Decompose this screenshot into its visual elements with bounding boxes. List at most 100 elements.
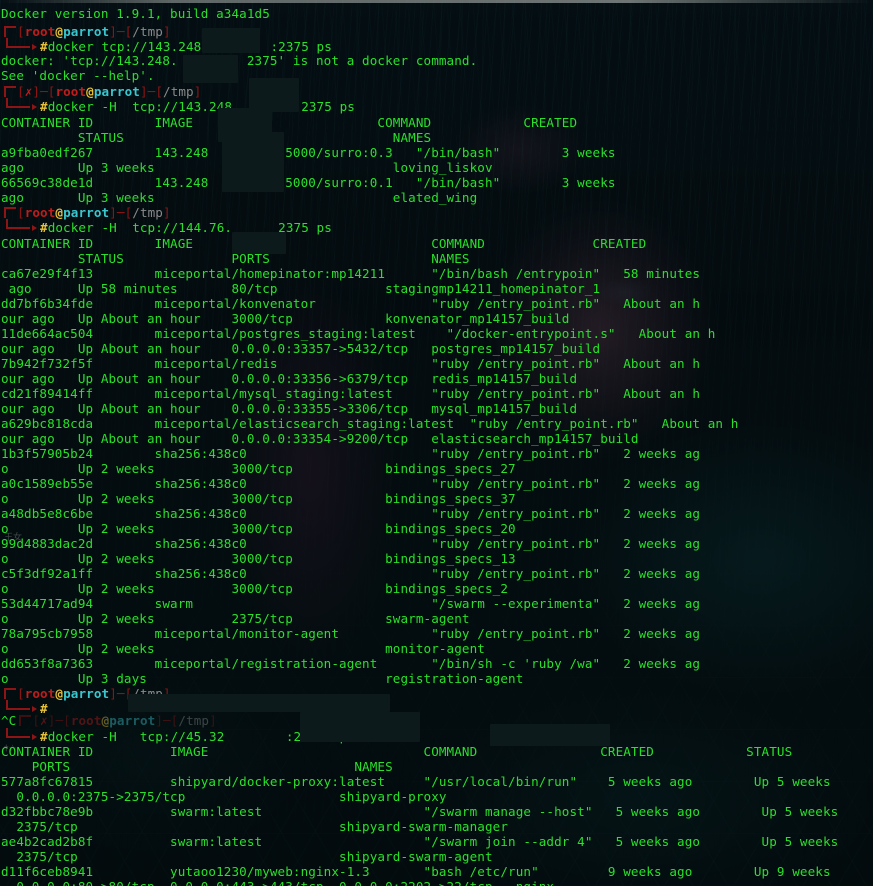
output-text: CONTAINER ID IMAGE COMMAND CREATED STATU… — [1, 744, 793, 759]
terminal-output-line: dd7bf6b34fde miceportal/konvenator "ruby… — [0, 296, 873, 311]
prompt-dash-2: ─ — [163, 713, 171, 728]
prompt-hash-symbol: # — [40, 39, 48, 54]
output-text: o Up 2 weeks 3000/tcp bindings_specs_20 — [1, 521, 516, 536]
shell-command-line[interactable]: #docker -H tcp://143.248. :2375 ps — [0, 98, 873, 114]
terminal-output-line: o Up 2 weeks monitor-agent — [0, 641, 873, 656]
prompt-user-bracket-open: [ — [17, 24, 25, 39]
output-text: our ago Up About an hour 0.0.0.0:33357->… — [1, 341, 601, 356]
terminal-output-line: a9fba0edf267 143.248 :5000/surro:0.3 "/b… — [0, 145, 873, 160]
prompt-user-bracket-close: ] — [139, 84, 148, 99]
terminal-output-line: ca67e29f4f13 miceportal/homepinator:mp14… — [0, 266, 873, 281]
prompt-arrow-icon — [32, 104, 37, 110]
prompt-dash-2: ─ — [116, 205, 125, 220]
terminal-output-line: CONTAINER ID IMAGE COMMAND CREATED — [0, 236, 873, 251]
output-text: o Up 2 weeks 3000/tcp bindings_specs_13 — [1, 551, 516, 566]
output-text: docker: 'tcp://143.248. 2375' is not a d… — [1, 53, 478, 68]
terminal-output-line: STATUS PORTS NAMES — [0, 130, 873, 145]
terminal-output-line: 2375/tcp shipyard-swarm-manager — [0, 819, 873, 834]
prompt-hostname: parrot — [63, 686, 110, 701]
output-text: STATUS PORTS NAMES — [1, 130, 432, 145]
prompt-hash-symbol: # — [40, 220, 48, 235]
prompt-dash: ─ — [55, 713, 64, 728]
prompt-path-bracket-close: ] — [163, 205, 171, 220]
prompt-bracket-open: [ — [17, 84, 25, 99]
prompt-elbow-bottom-icon — [6, 98, 30, 108]
prompt-username: root — [24, 24, 56, 39]
terminal-output-line: 1b3f57905b24 sha256:438c0 "ruby /entry_p… — [0, 446, 873, 461]
prompt-at-symbol: @ — [86, 84, 94, 99]
terminal-output-line: o Up 2 weeks 3000/tcp bindings_specs_2 — [0, 581, 873, 596]
terminal-output-line: 0.0.0.0:80->80/tcp, 0.0.0.0:443->443/tcp… — [0, 879, 873, 886]
interrupt-signal-text: ^C — [1, 713, 17, 728]
terminal-output-line: ae4b2cad2b8f swarm:latest "/swarm join -… — [0, 834, 873, 849]
output-text: 0.0.0.0:2375->2375/tcp shipyard-proxy — [1, 789, 447, 804]
terminal-output-line: docker: 'tcp://143.248. 2375' is not a d… — [0, 53, 873, 68]
prompt-elbow-top-icon — [19, 715, 32, 726]
prompt-path-bracket-close: ] — [193, 84, 202, 99]
terminal-output-line: o Up 2 weeks 3000/tcp bindings_specs_20 — [0, 521, 873, 536]
prompt-elbow-top-icon — [4, 207, 16, 218]
terminal-window[interactable]: Docker version 1.9.1, build a34a1d5 [root… — [0, 0, 873, 886]
prompt-elbow-top-icon — [4, 26, 16, 37]
prompt-path-bracket-close: ] — [209, 713, 217, 728]
output-text: See 'docker --help'. — [1, 68, 155, 83]
terminal-output-line: our ago Up About an hour 3000/tcp konven… — [0, 311, 873, 326]
terminal-output-line: 99d4883dac2d sha256:438c0 "ruby /entry_p… — [0, 536, 873, 551]
prompt-at-symbol: @ — [55, 24, 64, 39]
output-text: 2375/tcp shipyard-swarm-manager — [1, 819, 509, 834]
output-text: CONTAINER ID IMAGE COMMAND CREATED — [1, 115, 578, 130]
terminal-command-text[interactable]: docker tcp://143.248 :2375 ps — [48, 39, 332, 54]
prompt-elbow-bottom-icon — [6, 219, 30, 229]
terminal-output-line: a0c1589eb55e sha256:438c0 "ruby /entry_p… — [0, 476, 873, 491]
prompt-user-bracket-close: ] — [155, 713, 164, 728]
terminal-output-line: a48db5e8c6be sha256:438c0 "ruby /entry_p… — [0, 506, 873, 521]
terminal-output-line: 53d44717ad94 swarm "/swarm --experimenta… — [0, 596, 873, 611]
terminal-output-line: our ago Up About an hour 0.0.0.0:33357->… — [0, 341, 873, 356]
prompt-path-bracket-close: ] — [163, 24, 171, 39]
shell-command-line[interactable]: #docker tcp://143.248 :2375 ps — [0, 38, 873, 54]
prompt-dash: ─ — [40, 84, 48, 99]
shell-command-line[interactable]: #docker -H tcp://144.76. 2375 ps — [0, 219, 873, 235]
shell-prompt-line: [root@parrot]─[/tmp] — [0, 205, 873, 220]
output-text: our ago Up About an hour 0.0.0.0:33356->… — [1, 371, 578, 386]
prompt-hash-symbol: # — [40, 729, 48, 744]
prompt-username: root — [24, 205, 56, 220]
prompt-dash-2: ─ — [116, 686, 125, 701]
terminal-output-line: d32fbbc78e9b swarm:latest "/swarm manage… — [0, 804, 873, 819]
terminal-output-line: o Up 2 weeks 3000/tcp bindings_specs_27 — [0, 461, 873, 476]
shell-command-line[interactable]: #docker -H tcp://45.32 :2375 ps — [0, 728, 873, 744]
output-text: 66569c38de1d 143.248 .5000/surro:0.1 "/b… — [1, 175, 616, 190]
prompt-user-bracket-close: ] — [109, 24, 117, 39]
output-text: a48db5e8c6be sha256:438c0 "ruby /entry_p… — [1, 506, 701, 521]
terminal-output-line: o Up 2 weeks 3000/tcp bindings_specs_37 — [0, 491, 873, 506]
prompt-elbow-bottom-icon — [6, 728, 30, 738]
output-text: 0.0.0.0:80->80/tcp, 0.0.0.0:443->443/tcp… — [1, 879, 554, 886]
terminal-command-text[interactable]: docker -H tcp://144.76. 2375 ps — [48, 220, 332, 235]
shell-prompt-line-error: [✗]─[root@parrot]─[/tmp] — [0, 84, 873, 99]
output-text: a629bc818cda miceportal/elasticsearch_st… — [1, 416, 739, 431]
prompt-working-directory: /tmp — [178, 713, 210, 728]
prompt-username: root — [24, 686, 56, 701]
prompt-user-bracket-open: [ — [63, 713, 71, 728]
terminal-output-line: c5f3df92a1ff sha256:438c0 "ruby /entry_p… — [0, 566, 873, 581]
prompt-username: root — [70, 713, 102, 728]
terminal-output-line: PORTS NAMES — [0, 759, 873, 774]
terminal-output-line: a629bc818cda miceportal/elasticsearch_st… — [0, 416, 873, 431]
terminal-text-output[interactable]: Docker version 1.9.1, build a34a1d5 [root… — [0, 0, 873, 886]
terminal-output-line: CONTAINER ID IMAGE COMMAND CREATED STATU… — [0, 744, 873, 759]
prompt-path-bracket-open: [ — [155, 84, 164, 99]
terminal-output-line: CONTAINER ID IMAGE COMMAND CREATED — [0, 115, 873, 130]
terminal-output-line: ago Up 3 weeks elated_wing — [0, 190, 873, 205]
redaction-box — [183, 55, 238, 83]
redaction-box — [249, 78, 299, 112]
terminal-command-text[interactable]: docker -H tcp://143.248. :2375 ps — [48, 99, 355, 114]
output-text: a0c1589eb55e sha256:438c0 "ruby /entry_p… — [1, 476, 701, 491]
terminal-output-line: ago Up 58 minutes 80/tcp stagingmp14211_… — [0, 281, 873, 296]
output-text: our ago Up About an hour 3000/tcp konven… — [1, 311, 570, 326]
terminal-output-line: our ago Up About an hour 0.0.0.0:33354->… — [0, 431, 873, 446]
output-text: PORTS NAMES — [1, 759, 393, 774]
output-text: our ago Up About an hour 0.0.0.0:33354->… — [1, 431, 639, 446]
prompt-hash-symbol: # — [40, 99, 48, 114]
output-text: 2375/tcp shipyard-swarm-agent — [1, 849, 493, 864]
terminal-output-line: 11de664ac504 miceportal/postgres_staging… — [0, 326, 873, 341]
